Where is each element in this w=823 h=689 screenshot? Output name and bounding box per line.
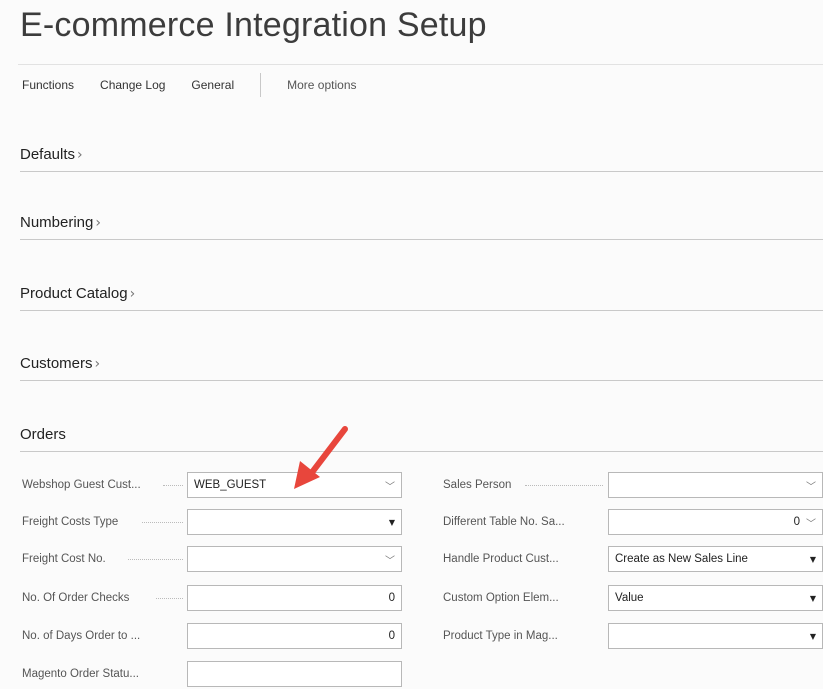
triangle-down-icon[interactable]: ▼ (389, 518, 395, 527)
action-general[interactable]: General (191, 78, 234, 92)
field-freight-cost-no: Freight Cost No. (22, 548, 106, 570)
chevron-down-icon[interactable]: ﹀ (806, 515, 816, 530)
fasttab-defaults[interactable]: Defaults › (20, 146, 823, 172)
fasttab-numbering-label[interactable]: Numbering (20, 214, 93, 231)
leader-dots (156, 598, 183, 599)
field-label: Freight Cost No. (22, 553, 106, 565)
field-webshop-guest-customer: Webshop Guest Cust... (22, 474, 141, 496)
field-value: 0 (388, 592, 395, 604)
fasttab-orders[interactable]: Orders (20, 426, 823, 452)
field-handle-product-custom: Handle Product Cust... (443, 548, 559, 570)
field-different-table-no: Different Table No. Sa... (443, 511, 565, 533)
fasttab-orders-label[interactable]: Orders (20, 426, 66, 443)
chevron-down-icon[interactable]: ﹀ (806, 478, 816, 493)
magento-order-status-input[interactable] (187, 661, 402, 687)
action-separator (260, 73, 262, 97)
fasttab-defaults-label[interactable]: Defaults (20, 146, 75, 163)
leader-dots (128, 559, 183, 560)
triangle-down-icon[interactable]: ▼ (810, 632, 816, 641)
field-freight-costs-type: Freight Costs Type (22, 511, 118, 533)
page-title: E-commerce Integration Setup (20, 6, 487, 44)
field-label: No. Of Order Checks (22, 592, 130, 604)
field-value: Create as New Sales Line (615, 553, 748, 565)
action-change-log[interactable]: Change Log (100, 78, 165, 92)
triangle-down-icon[interactable]: ▼ (810, 594, 816, 603)
field-no-of-order-checks: No. Of Order Checks (22, 587, 129, 609)
field-sales-person: Sales Person (443, 474, 511, 496)
custom-option-element-select[interactable]: Value ▼ (608, 585, 823, 611)
field-label: Different Table No. Sa... (443, 516, 565, 528)
field-label: Freight Costs Type (22, 516, 119, 528)
field-no-of-days-order: No. of Days Order to ... (22, 625, 140, 647)
chevron-right-icon: › (129, 286, 136, 302)
field-label: Webshop Guest Cust... (22, 479, 141, 491)
product-type-in-magento-select[interactable]: ▼ (608, 623, 823, 649)
fasttab-product-catalog[interactable]: Product Catalog › (20, 285, 823, 311)
field-product-type-in-magento: Product Type in Mag... (443, 625, 558, 647)
field-label: Sales Person (443, 479, 512, 491)
chevron-down-icon[interactable]: ﹀ (385, 552, 395, 567)
action-functions[interactable]: Functions (22, 78, 74, 92)
field-value: 0 (388, 630, 395, 642)
chevron-right-icon: › (95, 215, 101, 231)
fasttab-numbering[interactable]: Numbering › (20, 214, 823, 240)
freight-cost-no-input[interactable]: ﹀ (187, 546, 402, 572)
freight-costs-type-select[interactable]: ▼ (187, 509, 402, 535)
chevron-right-icon: › (94, 356, 101, 372)
field-magento-order-status: Magento Order Statu... (22, 663, 139, 685)
chevron-right-icon: › (77, 147, 83, 163)
field-value: 0 (793, 516, 800, 528)
annotation-arrow-icon (294, 426, 348, 489)
sales-person-input[interactable]: ﹀ (608, 472, 823, 498)
field-label: Handle Product Cust... (443, 553, 559, 565)
field-label: No. of Days Order to ... (22, 630, 141, 642)
field-label: Custom Option Elem... (443, 592, 559, 604)
different-table-no-input[interactable]: 0 ﹀ (608, 509, 823, 535)
fasttab-customers-label[interactable]: Customers (20, 355, 93, 372)
field-value: Value (615, 592, 644, 604)
field-label: Magento Order Statu... (22, 668, 139, 680)
triangle-down-icon[interactable]: ▼ (810, 555, 816, 564)
chevron-down-icon[interactable]: ﹀ (385, 478, 395, 493)
fasttab-customers[interactable]: Customers › (20, 355, 823, 381)
field-label: Product Type in Mag... (443, 630, 558, 642)
fasttab-product-catalog-label[interactable]: Product Catalog (20, 285, 128, 302)
no-of-order-checks-input[interactable]: 0 (187, 585, 402, 611)
field-custom-option-element: Custom Option Elem... (443, 587, 559, 609)
action-bar: Functions Change Log General More option… (22, 73, 357, 97)
title-divider (18, 64, 823, 65)
leader-dots (142, 522, 183, 523)
handle-product-custom-select[interactable]: Create as New Sales Line ▼ (608, 546, 823, 572)
more-options-button[interactable]: More options (287, 78, 356, 92)
no-of-days-order-input[interactable]: 0 (187, 623, 402, 649)
leader-dots (525, 485, 603, 486)
leader-dots (163, 485, 183, 486)
